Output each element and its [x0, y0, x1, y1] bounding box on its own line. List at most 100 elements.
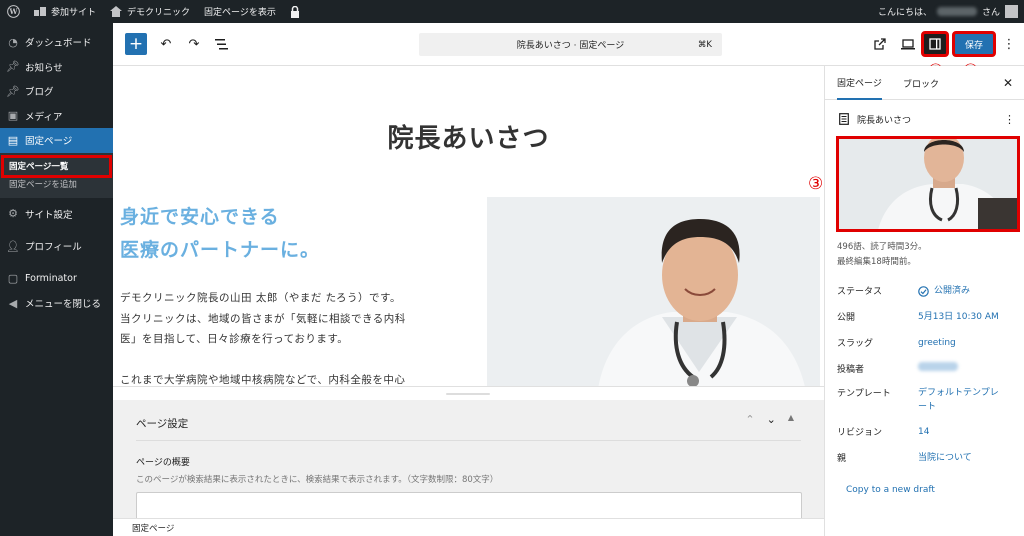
sidebar-item-label: ダッシュボード [25, 38, 92, 50]
view-page-link[interactable]: 固定ページを表示 [197, 0, 283, 23]
slug-button[interactable]: greeting [918, 336, 956, 350]
my-sites-icon [34, 7, 46, 16]
media-icon: ▣ [7, 109, 19, 123]
site-name-label: デモクリニック [127, 8, 191, 18]
my-sites-menu[interactable]: 参加サイト [27, 0, 103, 23]
sidebar-collapse-menu[interactable]: ◀ メニューを閉じる [0, 291, 113, 316]
author-label: 投稿者 [837, 365, 865, 375]
site-name-menu[interactable]: デモクリニック [103, 0, 197, 23]
admin-sidebar: ◔ ダッシュボード 📌︎ お知らせ 📌︎ ブログ ▣ メディア ▤ 固定ページ … [0, 23, 113, 536]
revisions-label: リビジョン [837, 428, 883, 438]
avatar [1005, 5, 1018, 18]
status-value: 公開済み [934, 286, 971, 296]
move-down-icon[interactable]: ⌄ [767, 413, 776, 426]
lock-indicator[interactable] [283, 0, 307, 23]
status-value-button[interactable]: 公開済み [918, 284, 970, 298]
greeting-prefix: こんにちは、 [877, 8, 932, 18]
meta-box-resize-handle[interactable] [113, 386, 824, 400]
page-summary-row: 院長あいさつ ⋮ [839, 111, 1015, 127]
slug-label: スラッグ [837, 339, 874, 349]
shortcut-hint: ⌘K [697, 39, 712, 50]
user-icon: 👤︎ [6, 239, 20, 253]
pin-icon: 📌︎ [6, 60, 20, 74]
more-vertical-icon: ⋮ [1002, 36, 1016, 52]
sidebar-item-label: Forminator [25, 273, 77, 285]
sidebar-item-media[interactable]: ▣ メディア [0, 104, 113, 129]
sidebar-item-site-settings[interactable]: ⚙ サイト設定 [0, 202, 113, 227]
tab-page[interactable]: 固定ページ [837, 66, 882, 100]
sidebar-item-news[interactable]: 📌︎ お知らせ [0, 55, 113, 80]
revisions-button[interactable]: 14 [918, 425, 929, 439]
tab-block[interactable]: ブロック [903, 66, 939, 100]
tab-block-label: ブロック [903, 79, 940, 90]
redo-icon: ↷ [188, 36, 200, 52]
sidebar-item-pages[interactable]: ▤ 固定ページ [0, 128, 113, 153]
command-palette-bar[interactable]: 院長あいさつ · 固定ページ ⌘K [419, 33, 722, 56]
template-line-1: デフォルトテンプレ [918, 388, 999, 398]
wordpress-logo-button[interactable]: W [0, 0, 27, 23]
document-overview-button[interactable] [210, 33, 232, 55]
parent-row: 親 当院について [837, 451, 1017, 465]
sidebar-item-dashboard[interactable]: ◔ ダッシュボード [0, 30, 113, 55]
page-icon [839, 113, 849, 125]
submenu-all-pages[interactable]: 固定ページ一覧 [1, 154, 112, 178]
paragraph-line-4: これまで大学病院や地域中核病院などで、内科全般を中心 [120, 374, 406, 386]
form-icon: ▢ [7, 272, 19, 286]
editor-canvas[interactable]: 院長あいさつ 身近で安心できる 医療のパートナーに。 デモクリニック院長の山田 … [113, 66, 824, 386]
meta-box-panel: ページ設定 ⌃ ⌄ ▲ ページの概要 このページが検索結果に表示されたときに、検… [113, 400, 824, 532]
sidebar-item-forminator[interactable]: ▢ Forminator [0, 267, 113, 292]
status-row: ステータス 公開済み [837, 284, 1017, 298]
view-page-button[interactable] [869, 33, 891, 55]
copy-to-new-draft-button[interactable]: Copy to a new draft [846, 485, 935, 495]
toggle-panel-icon[interactable]: ▲ [788, 413, 794, 426]
settings-toggle-button[interactable] [921, 31, 949, 57]
account-menu[interactable]: こんにちは、 さん [878, 5, 1024, 18]
headline-line-1: 身近で安心できる [120, 206, 280, 228]
post-stats: 496語、読了時間3分。 最終編集18時間前。 [837, 240, 927, 270]
blurred-username [936, 7, 977, 16]
plus-icon: + [128, 33, 144, 54]
publish-row: 公開 5月13日 10:30 AM [837, 310, 1017, 324]
meta-box-title[interactable]: ページ設定 [136, 416, 188, 431]
parent-button[interactable]: 当院について [918, 451, 972, 465]
desktop-icon [901, 38, 915, 49]
settings-tabs: 固定ページ ブロック ✕ [825, 66, 1024, 100]
collapse-icon: ◀ [8, 296, 18, 310]
paragraph-block[interactable]: デモクリニック院長の山田 太郎（やまだ たろう）です。 当クリニックは、地域の皆… [120, 288, 455, 386]
doctor-portrait-image [487, 197, 820, 386]
excerpt-help-text: このページが検索結果に表示されたときに、検索結果で表示されます。（文字数制限：8… [136, 475, 499, 485]
close-settings-button[interactable]: ✕ [1003, 76, 1013, 90]
sidebar-item-profile[interactable]: 👤︎ プロフィール [0, 234, 113, 259]
list-view-icon [214, 38, 228, 49]
device-preview-button[interactable] [897, 33, 919, 55]
featured-image[interactable] [836, 136, 1020, 232]
editor-footer: 固定ページ [113, 518, 824, 536]
headline-block[interactable]: 身近で安心できる 医療のパートナーに。 [120, 201, 320, 267]
sidebar-toggle-icon [929, 38, 941, 50]
page-title[interactable]: 院長あいさつ [113, 118, 824, 155]
publish-date-button[interactable]: 5月13日 10:30 AM [918, 310, 999, 324]
undo-button[interactable]: ↶ [155, 33, 177, 55]
featured-image-thumbnail [838, 138, 1018, 230]
more-vertical-icon[interactable]: ⋮ [1004, 113, 1015, 126]
revisions-row: リビジョン 14 [837, 425, 1017, 439]
author-button[interactable] [918, 362, 958, 376]
breadcrumb[interactable]: 固定ページ [132, 522, 174, 534]
doctor-photo[interactable] [487, 197, 820, 386]
divider [136, 440, 801, 441]
sidebar-item-blog[interactable]: 📌︎ ブログ [0, 79, 113, 104]
parent-label: 親 [837, 454, 847, 464]
home-icon [110, 6, 123, 17]
external-link-icon [874, 38, 886, 50]
options-menu-button[interactable]: ⋮ [998, 33, 1020, 55]
submenu-add-page[interactable]: 固定ページを追加 [0, 176, 113, 193]
dashboard-icon: ◔ [8, 35, 18, 49]
save-button[interactable]: 保存 [952, 31, 996, 57]
block-inserter-button[interactable]: + [125, 33, 147, 55]
page-name: 院長あいさつ [857, 115, 912, 126]
redo-button[interactable]: ↷ [183, 33, 205, 55]
template-button[interactable]: デフォルトテンプレ ート [918, 386, 999, 414]
excerpt-label: ページの概要 [136, 458, 190, 468]
move-up-icon[interactable]: ⌃ [745, 413, 754, 426]
author-row: 投稿者 [837, 362, 1017, 376]
